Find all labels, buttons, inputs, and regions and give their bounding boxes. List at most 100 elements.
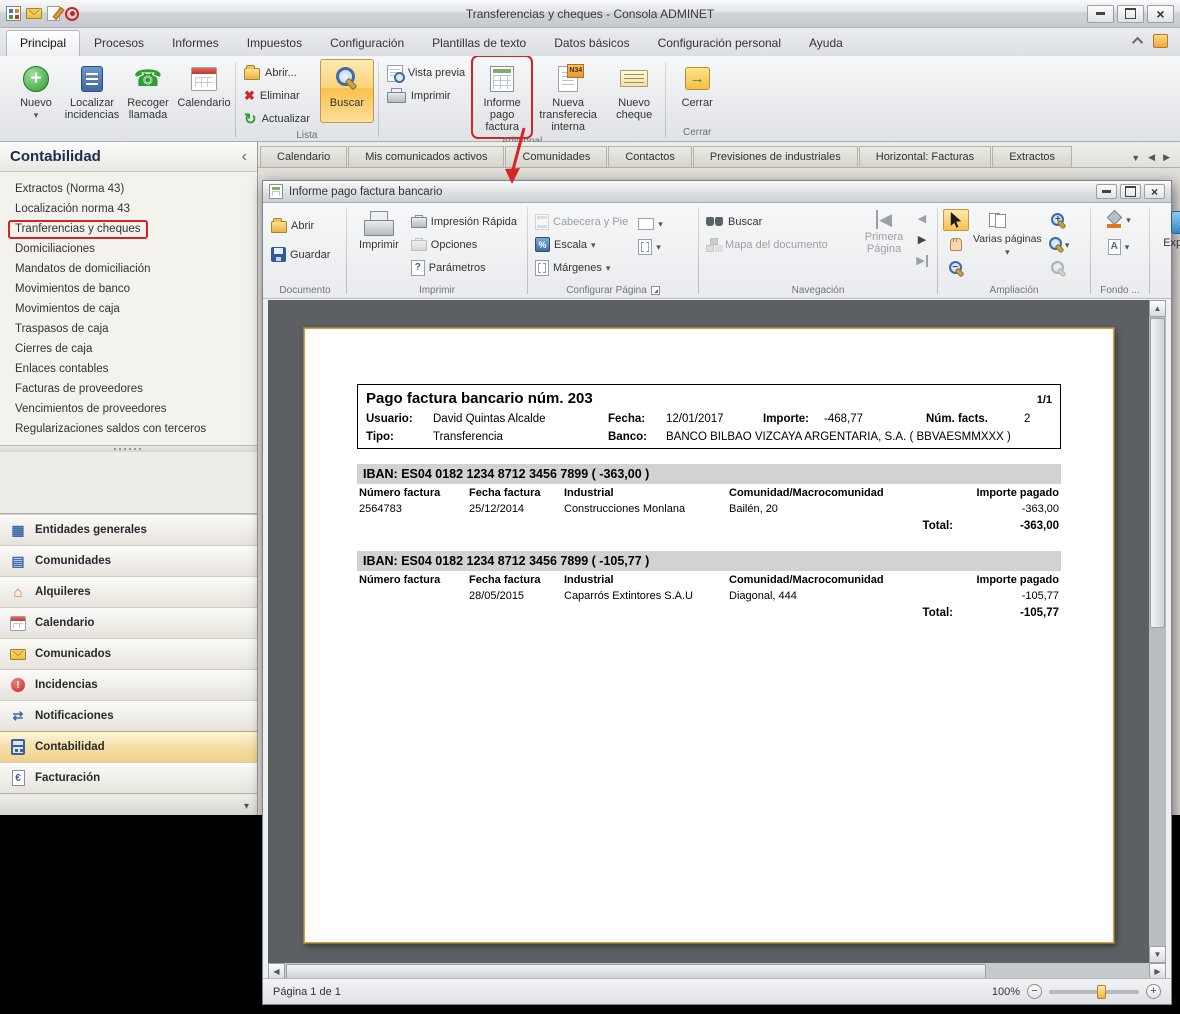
zoom-fit-button[interactable] — [1046, 257, 1072, 279]
sidebar-item-facturas-prov[interactable]: Facturas de proveedores — [0, 379, 257, 399]
sidebar-splitter[interactable] — [0, 445, 257, 452]
ribbon-options-icon[interactable] — [1153, 34, 1168, 48]
vertical-scrollbar[interactable]: ▲ ▼ — [1149, 300, 1166, 963]
calendario-button[interactable]: Calendario — [177, 59, 231, 123]
margenes-button[interactable]: Márgenes — [533, 257, 633, 278]
ribbon-tab-informes[interactable]: Informes — [158, 30, 233, 56]
cerrar-button[interactable]: Cerrar — [670, 59, 724, 123]
nav-comunicados[interactable]: Comunicados — [0, 638, 257, 669]
nuevo-cheque-button[interactable]: Nuevo cheque — [607, 59, 661, 123]
doc-tab-horizontal-facturas[interactable]: Horizontal: Facturas — [859, 146, 991, 167]
record-icon[interactable] — [65, 7, 79, 21]
tab-scroll-left-icon[interactable] — [1148, 152, 1155, 163]
doc-tab-comunicados[interactable]: Mis comunicados activos — [348, 146, 504, 167]
eliminar-button[interactable]: Eliminar — [240, 85, 318, 106]
nueva-transferencia-button[interactable]: N34 Nueva transferecia interna — [531, 59, 605, 135]
scroll-down-icon[interactable]: ▼ — [1149, 946, 1166, 963]
recoger-llamada-button[interactable]: Recoger llamada — [121, 59, 175, 123]
report-close-button[interactable] — [1144, 184, 1165, 199]
edit-icon[interactable] — [47, 6, 60, 21]
sidebar-item-domiciliaciones[interactable]: Domiciliaciones — [0, 239, 257, 259]
nuevo-button[interactable]: Nuevo — [9, 59, 63, 123]
zoom-out-button[interactable]: − — [1027, 984, 1042, 999]
nav-entidades-generales[interactable]: Entidades generales — [0, 514, 257, 545]
ribbon-tab-plantillas[interactable]: Plantillas de texto — [418, 30, 540, 56]
abrir-button[interactable]: Abrir... — [240, 62, 318, 83]
imprimir-button[interactable]: Imprimir — [383, 85, 473, 106]
nav-calendario[interactable]: Calendario — [0, 607, 257, 638]
sidebar-item-cierres[interactable]: Cierres de caja — [0, 339, 257, 359]
sidebar-item-enlaces[interactable]: Enlaces contables — [0, 359, 257, 379]
informe-pago-factura-button[interactable]: Informe pago factura — [475, 59, 529, 135]
pointer-tool-button[interactable] — [943, 209, 969, 231]
ribbon-tab-configuracion[interactable]: Configuración — [316, 30, 418, 56]
varias-paginas-button[interactable]: Varias páginas — [973, 233, 1042, 258]
sidebar-item-extractos[interactable]: Extractos (Norma 43) — [0, 179, 257, 199]
zoom-out-button[interactable] — [943, 257, 969, 279]
collapse-ribbon-icon[interactable] — [1132, 37, 1143, 48]
report-imprimir-button[interactable]: Imprimir — [352, 209, 406, 282]
buscar-button[interactable]: Buscar — [320, 59, 374, 123]
actualizar-button[interactable]: Actualizar — [240, 108, 318, 129]
vertical-scroll-thumb[interactable] — [1150, 318, 1165, 628]
ribbon-tab-datos-basicos[interactable]: Datos básicos — [540, 30, 643, 56]
sidebar-item-transferencias[interactable]: Tranferencias y cheques — [0, 219, 257, 239]
sidebar-item-mov-caja[interactable]: Movimientos de caja — [0, 299, 257, 319]
report-abrir-button[interactable]: Abrir — [269, 215, 341, 236]
previous-page-button[interactable] — [912, 210, 932, 229]
hand-tool-button[interactable] — [943, 233, 969, 255]
opciones-button[interactable]: Opciones — [409, 234, 522, 255]
zoom-dropdown-button[interactable] — [1046, 233, 1072, 255]
zoom-in-button[interactable] — [1046, 209, 1072, 231]
doc-tab-previsiones[interactable]: Previsiones de industriales — [693, 146, 858, 167]
report-maximize-button[interactable] — [1120, 184, 1141, 199]
exportar-button[interactable]: Exportar — [1155, 209, 1180, 282]
nav-alquileres[interactable]: Alquileres — [0, 576, 257, 607]
doc-tab-extractos[interactable]: Extractos — [992, 146, 1072, 167]
scroll-up-icon[interactable]: ▲ — [1149, 300, 1166, 317]
dialog-launcher-icon[interactable] — [651, 286, 660, 295]
zoom-slider[interactable] — [1049, 990, 1139, 994]
zoom-in-button[interactable]: + — [1146, 984, 1161, 999]
sidebar-item-vencimientos[interactable]: Vencimientos de proveedores — [0, 399, 257, 419]
ribbon-tab-principal[interactable]: Principal — [6, 30, 80, 56]
ribbon-tab-config-personal[interactable]: Configuración personal — [644, 30, 795, 56]
paper-size-dropdown[interactable] — [636, 236, 668, 257]
localizar-incidencias-button[interactable]: Localizar incidencias — [65, 59, 119, 123]
minimize-button[interactable] — [1087, 5, 1114, 23]
sidebar-item-traspasos[interactable]: Traspasos de caja — [0, 319, 257, 339]
nav-notificaciones[interactable]: Notificaciones — [0, 700, 257, 731]
pages-preview-button[interactable] — [973, 209, 1021, 231]
report-guardar-button[interactable]: Guardar — [269, 244, 341, 265]
nav-comunidades[interactable]: Comunidades — [0, 545, 257, 576]
report-minimize-button[interactable] — [1096, 184, 1117, 199]
sidebar-collapse-icon[interactable] — [242, 148, 247, 166]
vista-previa-button[interactable]: Vista previa — [383, 62, 473, 83]
doc-tab-contactos[interactable]: Contactos — [608, 146, 692, 167]
primera-pagina-button[interactable]: Primera Página — [859, 209, 909, 282]
fondo-color-button[interactable] — [1104, 209, 1136, 230]
impresion-rapida-button[interactable]: Impresión Rápida — [409, 211, 522, 232]
last-page-button[interactable] — [912, 252, 932, 271]
close-button[interactable] — [1147, 5, 1174, 23]
maximize-button[interactable] — [1117, 5, 1144, 23]
report-buscar-button[interactable]: Buscar — [704, 211, 856, 232]
parametros-button[interactable]: Parámetros — [409, 257, 522, 278]
nav-incidencias[interactable]: Incidencias — [0, 669, 257, 700]
orientation-dropdown[interactable] — [636, 213, 668, 234]
mail-icon[interactable] — [26, 8, 42, 19]
escala-button[interactable]: Escala — [533, 234, 633, 255]
ribbon-tab-impuestos[interactable]: Impuestos — [233, 30, 316, 56]
configure-buttons-icon[interactable] — [244, 796, 249, 814]
ribbon-tab-ayuda[interactable]: Ayuda — [795, 30, 857, 56]
sidebar-item-mandatos[interactable]: Mandatos de domiciliación — [0, 259, 257, 279]
app-icon[interactable] — [6, 6, 21, 21]
tab-scroll-right-icon[interactable] — [1163, 152, 1170, 163]
sidebar-item-mov-banco[interactable]: Movimientos de banco — [0, 279, 257, 299]
marca-agua-button[interactable] — [1106, 236, 1135, 257]
ribbon-tab-procesos[interactable]: Procesos — [80, 30, 158, 56]
doc-tab-calendario[interactable]: Calendario — [260, 146, 347, 167]
nav-contabilidad[interactable]: Contabilidad — [0, 731, 257, 762]
mapa-documento-button[interactable]: Mapa del documento — [704, 234, 856, 255]
next-page-button[interactable] — [912, 231, 932, 250]
